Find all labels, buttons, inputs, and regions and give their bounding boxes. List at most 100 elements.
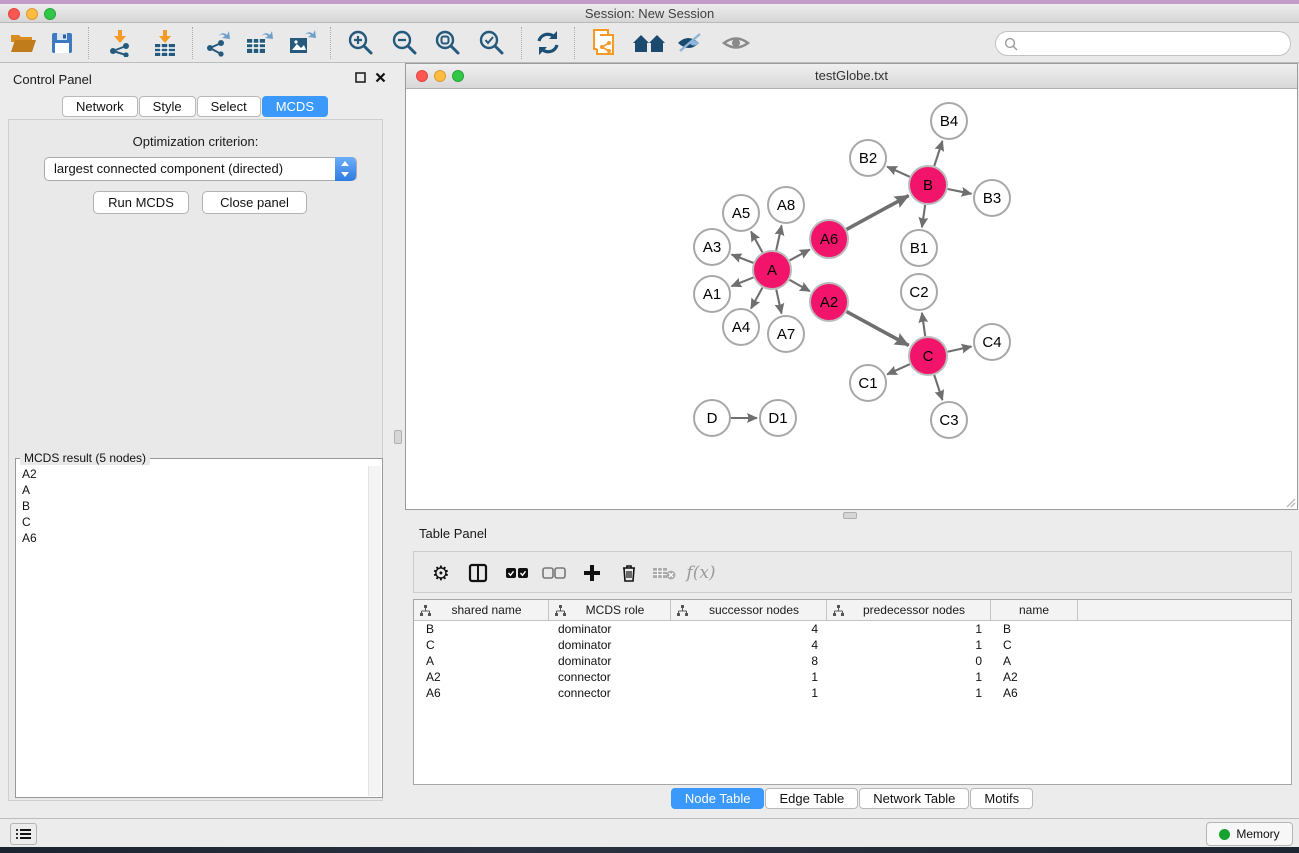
zoom-out-icon[interactable] (389, 28, 421, 58)
tab-network[interactable]: Network (62, 96, 138, 117)
mcds-result-item[interactable]: B (17, 498, 370, 514)
mcds-result-item[interactable]: A6 (17, 530, 370, 546)
table-cell[interactable]: 0 (827, 653, 991, 669)
zoom-window-button[interactable] (44, 8, 56, 20)
close-panel-icon[interactable] (375, 72, 386, 83)
graph-edge-B-B1[interactable] (922, 205, 925, 227)
graph-node-A6[interactable]: A6 (810, 220, 848, 258)
table-cell[interactable]: A (414, 653, 549, 669)
graph-edge-A-A6[interactable] (790, 250, 810, 261)
horizontal-splitter-handle[interactable] (843, 512, 857, 519)
graph-node-A3[interactable]: A3 (694, 229, 730, 265)
mcds-result-item[interactable]: C (17, 514, 370, 530)
graph-node-C2[interactable]: C2 (901, 274, 937, 310)
split-columns-icon[interactable] (463, 558, 493, 588)
graph-edge-A-A7[interactable] (776, 290, 781, 314)
graph-edge-A-A8[interactable] (776, 226, 781, 251)
graph-node-B4[interactable]: B4 (931, 103, 967, 139)
graph-edge-C-C4[interactable] (948, 346, 972, 351)
graph-node-B1[interactable]: B1 (901, 230, 937, 266)
graph-edge-A-A2[interactable] (789, 280, 809, 291)
import-network-icon[interactable] (104, 28, 136, 58)
column-header-name[interactable]: name (991, 600, 1078, 620)
add-column-icon[interactable] (577, 558, 607, 588)
network-minimize-button[interactable] (434, 70, 446, 82)
tab-style[interactable]: Style (139, 96, 196, 117)
graph-node-B2[interactable]: B2 (850, 140, 886, 176)
minimize-window-button[interactable] (26, 8, 38, 20)
window-resize-handle[interactable] (1284, 496, 1296, 508)
criterion-dropdown[interactable]: largest connected component (directed) (44, 157, 357, 181)
graph-node-C3[interactable]: C3 (931, 402, 967, 438)
table-cell[interactable]: A (991, 653, 1078, 669)
graph-node-A4[interactable]: A4 (723, 309, 759, 345)
table-cell[interactable]: A2 (991, 669, 1078, 685)
graph-edge-A2-C[interactable] (847, 312, 909, 346)
export-network-icon[interactable] (202, 28, 234, 58)
graph-edge-C-C1[interactable] (887, 364, 910, 374)
graph-edge-A-A3[interactable] (732, 255, 754, 263)
table-cell[interactable]: C (414, 637, 549, 653)
zoom-fit-icon[interactable] (432, 28, 464, 58)
table-cell[interactable]: connector (549, 685, 671, 701)
deselect-all-columns-icon[interactable] (539, 558, 569, 588)
close-window-button[interactable] (8, 8, 20, 20)
network-window-titlebar[interactable]: testGlobe.txt (406, 64, 1297, 89)
column-header-predecessor-nodes[interactable]: predecessor nodes (827, 600, 991, 620)
show-panel-eye-icon[interactable] (720, 28, 752, 58)
mcds-result-list[interactable]: A2ABCA6 (17, 466, 370, 796)
run-mcds-button[interactable]: Run MCDS (93, 191, 189, 214)
table-settings-gear-icon[interactable]: ⚙ (426, 558, 456, 588)
graph-node-B[interactable]: B (909, 166, 947, 204)
graph-node-D[interactable]: D (694, 400, 730, 436)
graph-node-C1[interactable]: C1 (850, 365, 886, 401)
graph-node-A[interactable]: A (753, 251, 791, 289)
column-header-successor-nodes[interactable]: successor nodes (671, 600, 827, 620)
graph-node-A5[interactable]: A5 (723, 195, 759, 231)
graph-edge-A-A4[interactable] (751, 288, 762, 309)
refresh-icon[interactable] (532, 28, 564, 58)
graph-node-B3[interactable]: B3 (974, 180, 1010, 216)
zoom-in-icon[interactable] (345, 28, 377, 58)
table-cell[interactable]: 4 (671, 637, 827, 653)
hide-panel-eye-icon[interactable] (674, 28, 706, 58)
vertical-splitter-handle[interactable] (394, 430, 402, 444)
search-input[interactable] (1023, 36, 1290, 51)
tab-edge-table[interactable]: Edge Table (765, 788, 858, 809)
table-cell[interactable]: 8 (671, 653, 827, 669)
table-cell[interactable]: A6 (991, 685, 1078, 701)
graph-edge-A6-B[interactable] (847, 196, 909, 230)
table-cell[interactable]: A6 (414, 685, 549, 701)
column-header-shared-name[interactable]: shared name (414, 600, 549, 620)
graph-edge-B-B4[interactable] (934, 141, 942, 166)
table-cell[interactable]: 1 (827, 685, 991, 701)
graph-node-C4[interactable]: C4 (974, 324, 1010, 360)
graph-node-C[interactable]: C (909, 337, 947, 375)
table-cell[interactable]: 1 (671, 669, 827, 685)
export-table-icon[interactable] (244, 28, 276, 58)
home-icon[interactable] (630, 28, 668, 58)
table-row[interactable]: Adominator80A (414, 653, 1291, 669)
table-cell[interactable]: 4 (671, 621, 827, 637)
table-row[interactable]: Bdominator41B (414, 621, 1291, 637)
select-all-columns-icon[interactable] (502, 558, 532, 588)
table-cell[interactable]: dominator (549, 621, 671, 637)
table-row[interactable]: Cdominator41C (414, 637, 1291, 653)
table-cell[interactable]: 1 (827, 669, 991, 685)
clone-network-icon[interactable] (589, 28, 621, 58)
float-panel-icon[interactable] (355, 72, 366, 83)
tab-select[interactable]: Select (197, 96, 261, 117)
table-cell[interactable]: dominator (549, 653, 671, 669)
graph-node-A7[interactable]: A7 (768, 316, 804, 352)
tab-node-table[interactable]: Node Table (671, 788, 765, 809)
table-cell[interactable]: B (414, 621, 549, 637)
export-image-icon[interactable] (287, 28, 319, 58)
task-history-button[interactable] (10, 823, 37, 845)
delete-column-trash-icon[interactable] (614, 558, 644, 588)
memory-button[interactable]: Memory (1206, 822, 1293, 846)
table-cell[interactable]: connector (549, 669, 671, 685)
tab-network-table[interactable]: Network Table (859, 788, 969, 809)
graph-edge-C-C3[interactable] (934, 375, 942, 400)
table-cell[interactable]: 1 (671, 685, 827, 701)
graph-edge-B-B2[interactable] (887, 167, 910, 177)
